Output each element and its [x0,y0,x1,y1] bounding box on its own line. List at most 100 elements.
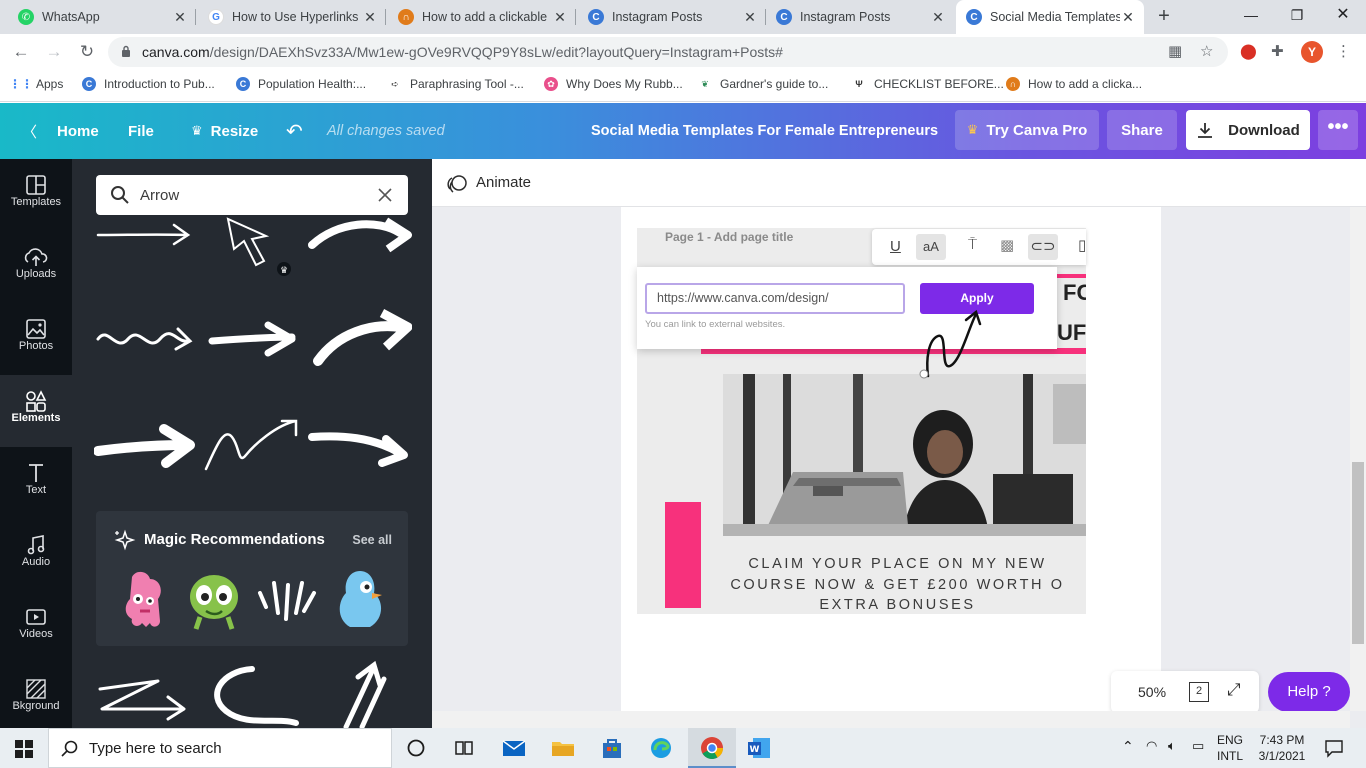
close-tab-icon[interactable]: ✕ [552,9,568,26]
try-pro-button[interactable]: ♛ Try Canva Pro [955,110,1099,150]
claim-text-block[interactable]: CLAIM YOUR PLACE ON MY NEW COURSE NOW & … [709,554,1086,616]
back-icon[interactable]: ← [9,40,33,64]
curved-arrow-bold[interactable] [308,215,412,255]
transparency-icon[interactable]: ▩ [1000,236,1014,254]
reload-icon[interactable]: ↻ [75,40,99,64]
arrow-brush-curved[interactable] [308,425,412,469]
close-tab-icon[interactable]: ✕ [362,9,378,26]
rail-text[interactable]: Text [0,447,72,519]
bookmark-7[interactable]: ∩ How to add a clicka... [1006,77,1142,91]
zigzag-arrow-on-canvas[interactable] [918,306,982,382]
close-window-icon[interactable]: ✕ [1320,0,1366,32]
zigzag-arrow-thin[interactable] [202,417,302,473]
rail-videos[interactable]: Videos [0,591,72,663]
new-tab-icon[interactable]: + [1152,5,1176,29]
rail-photos[interactable]: Photos [0,303,72,375]
rail-audio[interactable]: Audio [0,519,72,591]
home-button[interactable]: 〈 Home [22,103,99,159]
task-view-icon[interactable] [450,734,478,762]
bookmark-2[interactable]: C Population Health:... [236,77,366,91]
cursor-arrow-sketch[interactable]: ♛ [222,217,302,281]
tab-whatsapp[interactable]: ✆ WhatsApp ✕ [8,0,196,34]
tab-clickable[interactable]: ∩ How to add a clickable ✕ [388,0,576,34]
rail-elements[interactable]: Elements [0,375,72,447]
zoom-level[interactable]: 50% [1138,684,1166,700]
tab-instagram-1[interactable]: C Instagram Posts ✕ [578,0,766,34]
rail-uploads[interactable]: Uploads [0,231,72,303]
bookmark-star-icon[interactable]: ☆ [1200,42,1213,60]
close-tab-icon[interactable]: ✕ [930,9,946,26]
puzzle-extensions-icon[interactable]: ✚ [1271,42,1284,60]
chevron-up-icon[interactable]: ⌃ [1122,738,1134,754]
word-icon[interactable]: W [745,734,773,762]
volume-icon[interactable]: 🔈︎ [1168,738,1176,754]
address-bar[interactable]: canva.com/design/DAEXhSvz33A/Mw1ew-gOVe9… [108,37,1228,67]
rail-templates[interactable]: Templates [0,159,72,231]
close-tab-icon[interactable]: ✕ [742,9,758,26]
squiggle-arrow[interactable] [94,321,194,357]
animate-button[interactable]: Animate [476,174,531,191]
resize-button[interactable]: ♛ Resize [191,103,258,159]
tab-instagram-2[interactable]: C Instagram Posts ✕ [766,0,954,34]
bookmark-3[interactable]: ➪ Paraphrasing Tool -... [388,77,524,91]
mail-icon[interactable] [500,734,528,762]
vertical-scrollbar[interactable] [1350,207,1366,711]
undo-icon[interactable]: ↶ [286,103,303,159]
windows-start-icon[interactable] [15,740,33,758]
help-button[interactable]: Help ? [1268,672,1350,712]
cortana-icon[interactable] [402,734,430,762]
minimize-icon[interactable]: — [1228,0,1274,32]
taskbar-chrome-active[interactable] [688,728,736,768]
green-monster-sticker[interactable] [184,567,244,633]
bookmark-apps[interactable]: ⋮⋮ Apps [9,77,63,91]
rail-background[interactable]: Bkground [0,663,72,735]
notifications-icon[interactable] [1324,738,1344,758]
zigzag-arrow-long[interactable] [94,669,194,728]
brush-arrow-straight[interactable] [208,319,298,359]
file-menu-button[interactable]: File [128,103,154,159]
link-url-input[interactable]: https://www.canva.com/design/ [645,283,905,314]
tab-hyperlinks[interactable]: G How to Use Hyperlinks ✕ [198,0,386,34]
profile-avatar[interactable]: Y [1301,41,1323,63]
case-icon[interactable]: aA [916,234,946,260]
bookmark-4[interactable]: ✿ Why Does My Rubb... [544,77,683,91]
close-tab-icon[interactable]: ✕ [1120,9,1136,26]
file-explorer-icon[interactable] [549,734,577,762]
arrow-thick-brush[interactable] [94,421,198,471]
page-title[interactable]: Page 1 - Add page title [665,230,793,244]
paint-roller-icon[interactable]: ⍑ [968,236,977,253]
curved-arrow-swoosh[interactable] [308,309,412,369]
burst-lines-sticker[interactable] [254,575,320,627]
horizontal-scrollbar[interactable] [432,711,1350,728]
up-arrow-sketch[interactable] [328,659,408,728]
forward-icon[interactable]: → [42,40,66,64]
bookmark-5[interactable]: ❦ Gardner's guide to... [698,77,828,91]
share-button[interactable]: Share [1107,110,1177,150]
clear-search-icon[interactable] [378,188,392,202]
search-input[interactable]: Arrow [96,175,408,215]
bookmark-6[interactable]: Ψ CHECKLIST BEFORE... [852,77,1003,91]
see-all-link[interactable]: See all [352,533,392,547]
fullscreen-icon[interactable]: ⤢ [1227,680,1241,700]
design-title[interactable]: Social Media Templates For Female Entrep… [591,103,938,159]
page-count-icon[interactable]: 2 [1189,682,1209,702]
arrow-sketch-thin[interactable] [94,217,192,277]
download-button[interactable]: Download [1186,110,1310,150]
close-tab-icon[interactable]: ✕ [172,9,188,26]
scroll-thumb[interactable] [1352,462,1364,644]
edge-icon[interactable] [647,734,675,762]
language-indicator[interactable]: ENG INTL [1214,732,1246,764]
blue-bird-sticker[interactable] [336,565,386,635]
underline-icon[interactable]: U [890,238,901,255]
woman-laptop-photo[interactable] [723,374,1086,536]
clock[interactable]: 7:43 PM 3/1/2021 [1252,732,1312,764]
battery-icon[interactable]: ▭ [1192,738,1204,754]
taskbar-search[interactable]: Type here to search [48,728,392,768]
extension-icon[interactable]: ⬤ [1240,42,1257,60]
curl-arrow[interactable] [202,665,302,728]
kebab-menu-icon[interactable]: ⋮ [1336,42,1351,60]
wifi-icon[interactable]: ◠ [1146,738,1157,754]
link-icon[interactable]: ⊂⊃ [1028,234,1058,260]
more-options-icon[interactable]: ••• [1318,110,1358,150]
bookmark-1[interactable]: C Introduction to Pub... [82,77,215,91]
